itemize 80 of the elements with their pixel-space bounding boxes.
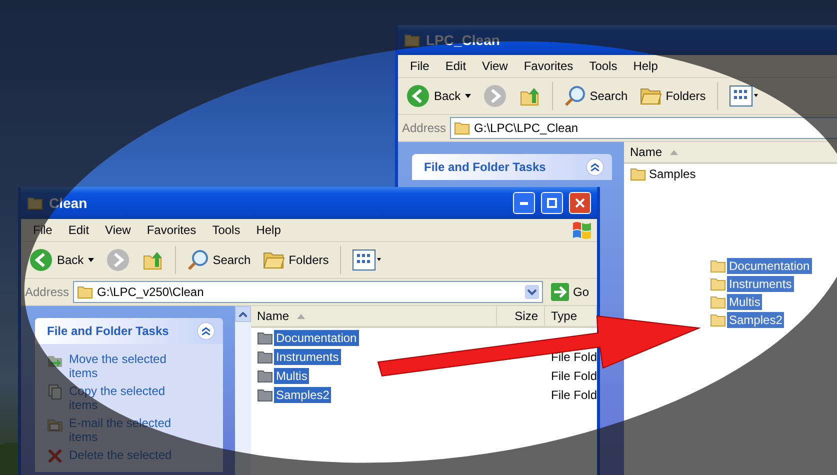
scroll-up-button[interactable] <box>235 306 251 322</box>
search-icon <box>186 249 209 271</box>
collapse-button[interactable] <box>586 158 604 176</box>
address-label: Address <box>25 285 70 299</box>
go-button[interactable]: Go <box>546 283 593 301</box>
close-button[interactable] <box>569 192 591 214</box>
folder-name[interactable]: Multis <box>274 368 310 384</box>
folders-icon <box>640 86 662 106</box>
maximize-icon <box>547 198 557 208</box>
folder-name[interactable]: Samples2 <box>274 386 332 402</box>
type-cell-text: File Fold <box>550 368 597 382</box>
search-button[interactable]: Search <box>560 83 632 109</box>
folder-name[interactable]: Documentation <box>274 330 359 346</box>
folder-icon <box>630 166 646 180</box>
views-grid-icon <box>728 85 759 107</box>
type-cell-text: File Fold <box>550 350 597 364</box>
folder-icon <box>257 388 273 402</box>
folder-icon <box>257 350 273 364</box>
address-field[interactable]: G:\LPC\LPC_Clean <box>450 117 837 139</box>
dropdown-caret-icon <box>88 258 94 262</box>
column-header[interactable]: Name <box>624 142 837 162</box>
address-label: Address <box>402 121 446 135</box>
address-field[interactable]: G:\LPC_v250\Clean <box>73 281 543 303</box>
folder-icon <box>710 313 726 327</box>
double-chevron-icon <box>591 163 599 171</box>
delete-x-icon <box>47 448 63 464</box>
menu-item[interactable]: Help <box>625 59 666 73</box>
folder-name[interactable]: Samples <box>647 166 698 182</box>
menu-item[interactable]: Tools <box>204 223 248 237</box>
menu-item[interactable]: File <box>402 59 438 73</box>
folder-icon <box>257 368 273 382</box>
minimize-icon <box>520 202 528 204</box>
folders-button[interactable]: Folders <box>258 248 333 272</box>
menu-item[interactable]: Edit <box>437 59 474 73</box>
views-grid-icon <box>352 249 382 271</box>
task-link[interactable]: Move the selected items <box>69 352 179 380</box>
up-caret-icon <box>239 312 247 316</box>
task-panel-title: File and Folder Tasks <box>424 160 546 174</box>
menu-item[interactable]: Tools <box>581 59 626 73</box>
folder-icon <box>710 277 726 291</box>
go-arrow-icon <box>550 283 569 301</box>
menu-item[interactable]: View <box>474 59 516 73</box>
sort-arrow-icon <box>670 150 678 154</box>
column-header[interactable]: Size <box>497 306 545 326</box>
folder-name: Documentation <box>727 258 812 274</box>
folder-icon <box>404 33 420 47</box>
folder-icon <box>710 295 726 309</box>
menu-item[interactable]: Favorites <box>516 59 582 73</box>
menu-item[interactable]: Help <box>248 223 289 237</box>
copy-pages-icon <box>47 384 63 400</box>
back-button[interactable]: Back <box>25 246 98 274</box>
menu-item[interactable]: View <box>97 223 139 237</box>
folders-icon <box>262 250 285 270</box>
back-button[interactable]: Back <box>402 82 475 110</box>
task-panel-title: File and Folder Tasks <box>47 324 169 338</box>
double-chevron-icon <box>202 327 210 335</box>
sort-arrow-icon <box>297 314 306 318</box>
folder-icon <box>77 285 94 299</box>
type-cell-text: File Fold <box>550 388 597 402</box>
collapse-button[interactable] <box>197 322 215 340</box>
folder-icon <box>27 196 43 210</box>
search-icon <box>564 85 586 107</box>
folder-icon <box>257 330 273 344</box>
menu-item[interactable]: Favorites <box>138 223 204 237</box>
menu-item[interactable]: Edit <box>60 223 98 237</box>
folder-name: Samples2 <box>727 312 784 328</box>
windows-flag-logo <box>571 220 593 240</box>
folder-name[interactable]: Instruments <box>274 348 341 364</box>
window-title: Clean <box>49 195 88 211</box>
folder-icon <box>710 259 726 273</box>
dropdown-caret-icon <box>464 94 471 98</box>
minimize-button[interactable] <box>513 192 535 214</box>
column-header[interactable]: Name <box>251 306 497 326</box>
search-button[interactable]: Search <box>182 247 255 273</box>
folder-name: Multis <box>727 294 762 310</box>
folder-icon <box>454 121 470 135</box>
folders-button[interactable]: Folders <box>636 84 710 108</box>
folder-name: Instruments <box>727 276 794 292</box>
maximize-button[interactable] <box>541 192 563 214</box>
close-icon <box>575 198 585 208</box>
